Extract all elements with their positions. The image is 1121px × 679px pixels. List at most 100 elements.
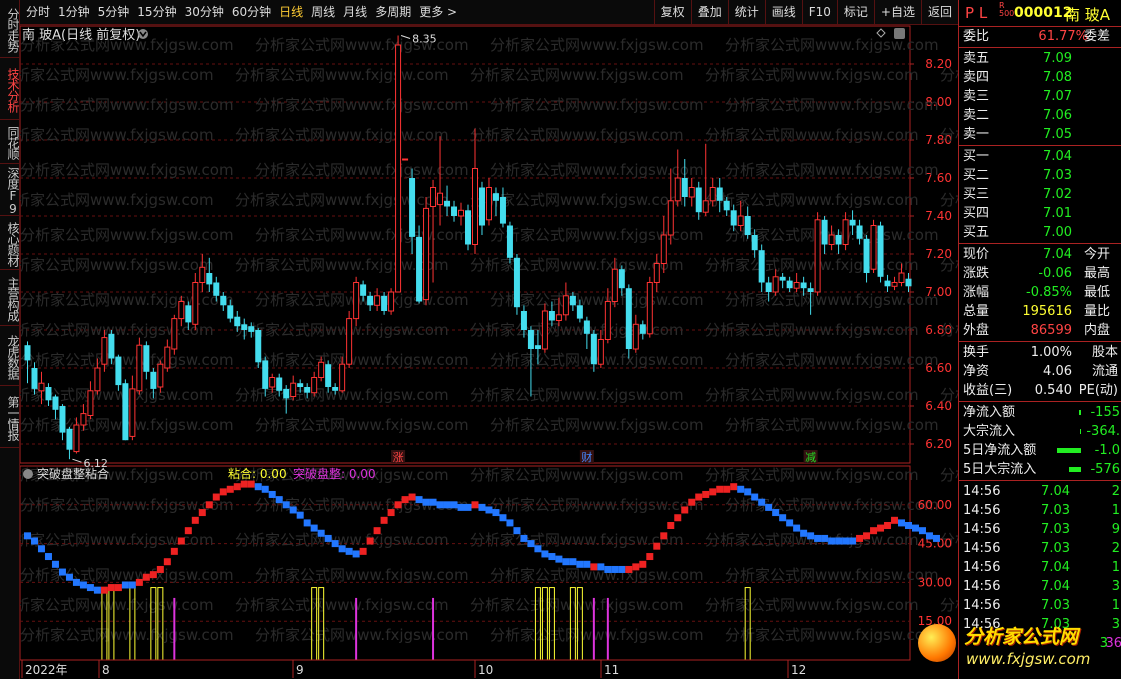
left-nav-item-2[interactable]: 同花顺 xyxy=(0,120,19,164)
period-tab-4[interactable]: 30分钟 xyxy=(181,0,228,24)
period-tab-10[interactable]: 更多 > xyxy=(415,0,461,24)
candle xyxy=(541,303,548,353)
stat-row-4[interactable]: 外盘 86599 内盘 xyxy=(959,321,1121,340)
toolbar-button-2[interactable]: 统计 xyxy=(727,0,765,24)
indicator-dot xyxy=(807,532,815,540)
indicator-dot xyxy=(905,521,913,529)
toolbar-button-6[interactable]: +自选 xyxy=(873,0,921,24)
tick-row-4[interactable]: 14:56 7.04 1 xyxy=(959,558,1121,577)
watermark-text: 分析家公式网www.fxjgsw.com xyxy=(705,126,919,144)
ask-row-3[interactable]: 卖二 7.06 xyxy=(959,106,1121,125)
watermark-text: 分析家公式网www.fxjgsw.com xyxy=(255,416,469,434)
candle-body xyxy=(856,225,863,239)
event-marker[interactable]: 涨 xyxy=(393,451,404,464)
indicator-menu-icon[interactable] xyxy=(23,469,33,479)
candle-body xyxy=(360,284,367,296)
watermark-text: 分析家公式网www.fxjgsw.com xyxy=(940,466,958,484)
kline-chart[interactable]: 8.208.007.807.607.407.207.006.806.606.40… xyxy=(0,0,958,679)
toolbar-button-5[interactable]: 标记 xyxy=(836,0,874,24)
candle-body xyxy=(709,187,716,202)
bid-row-2[interactable]: 买三 7.02 xyxy=(959,185,1121,204)
flow-row-2[interactable]: 5日净流入额 -1.0 xyxy=(959,441,1121,460)
tick-volume: 9 xyxy=(1111,522,1120,537)
weibi-row[interactable]: 委比 61.77% 委差 xyxy=(959,27,1121,46)
indicator-dot xyxy=(534,545,542,553)
left-nav-item-5[interactable]: 主营构成 xyxy=(0,270,19,326)
toolbar-button-0[interactable]: 复权 xyxy=(653,0,691,24)
indicator-dot xyxy=(212,493,220,501)
tick-row-3[interactable]: 14:56 7.03 2 xyxy=(959,539,1121,558)
watermark-text: 分析家公式网www.fxjgsw.com xyxy=(490,626,704,644)
toolbar-button-1[interactable]: 叠加 xyxy=(690,0,728,24)
flow-row-1[interactable]: 大宗流入 -364. xyxy=(959,422,1121,441)
stat2-row-0[interactable]: 换手 1.00% 股本 xyxy=(959,343,1121,362)
period-tab-9[interactable]: 多周期 xyxy=(371,0,415,24)
period-tab-7[interactable]: 周线 xyxy=(307,0,339,24)
stat-row-2[interactable]: 涨幅 -0.85% 最低 xyxy=(959,283,1121,302)
candle-body xyxy=(367,295,374,306)
indicator-dot xyxy=(555,555,563,563)
flow-row-0[interactable]: 净流入额 -155 xyxy=(959,403,1121,422)
indicator-dot xyxy=(737,485,745,493)
flow-row-3[interactable]: 5日大宗流入 -576 xyxy=(959,460,1121,479)
window-toggle-icon[interactable] xyxy=(894,28,905,39)
candle-body xyxy=(38,382,45,392)
candle-body xyxy=(513,257,520,308)
toolbar-button-4[interactable]: F10 xyxy=(801,0,837,24)
bid-row-3[interactable]: 买四 7.01 xyxy=(959,204,1121,223)
ask-row-0[interactable]: 卖五 7.09 xyxy=(959,49,1121,68)
candle xyxy=(423,197,430,306)
left-nav-item-6[interactable]: 龙虎数据 xyxy=(0,326,19,386)
indicator-dot xyxy=(856,534,864,542)
candle-body xyxy=(353,282,360,320)
stat2-row-1[interactable]: 净资 4.06 流通 xyxy=(959,362,1121,381)
candle-body xyxy=(150,371,157,389)
period-tab-8[interactable]: 月线 xyxy=(339,0,371,24)
indicator-dot xyxy=(877,524,885,532)
ask-row-2[interactable]: 卖三 7.07 xyxy=(959,87,1121,106)
left-nav-item-3[interactable]: 深度F9 xyxy=(0,164,19,216)
indicator-dot xyxy=(870,527,878,535)
left-nav-item-7[interactable]: 第一情报 xyxy=(0,386,19,448)
tick-row-6[interactable]: 14:56 7.03 1 xyxy=(959,596,1121,615)
period-tab-6[interactable]: 日线 xyxy=(275,0,307,24)
toolbar-button-7[interactable]: 返回 xyxy=(920,0,958,24)
quote-panel: P L R 500 000012 南 玻A 委比 61.77% 委差 卖五 7.09 卖四… xyxy=(958,0,1121,679)
period-tab-3[interactable]: 15分钟 xyxy=(133,0,180,24)
indicator-dot xyxy=(324,534,332,542)
bid-row-0[interactable]: 买一 7.04 xyxy=(959,147,1121,166)
stat-row-0[interactable]: 现价 7.04 今开 xyxy=(959,245,1121,264)
tick-row-0[interactable]: 14:56 7.04 2 xyxy=(959,482,1121,501)
indicator-title[interactable]: 突破盘整粘合 xyxy=(37,466,109,481)
toolbar-button-3[interactable]: 画线 xyxy=(764,0,802,24)
period-tab-2[interactable]: 5分钟 xyxy=(94,0,134,24)
left-nav-item-0[interactable]: 分时走势 xyxy=(0,0,19,58)
tick-row-2[interactable]: 14:56 7.03 9 xyxy=(959,520,1121,539)
stat-row-3[interactable]: 总量 195616 量比 xyxy=(959,302,1121,321)
period-tab-0[interactable]: 分时 xyxy=(22,0,54,24)
watermark-text: 分析家公式网www.fxjgsw.com xyxy=(20,626,234,644)
candle-body xyxy=(164,346,171,369)
indicator-dot xyxy=(366,537,374,545)
ask-row-4[interactable]: 卖一 7.05 xyxy=(959,125,1121,144)
bid-row-4[interactable]: 买五 7.00 xyxy=(959,223,1121,242)
bid-row-1[interactable]: 买二 7.03 xyxy=(959,166,1121,185)
event-marker[interactable]: 减 xyxy=(805,451,816,464)
tick-price: 7.03 xyxy=(1041,598,1070,613)
tick-row-5[interactable]: 14:56 7.04 3 xyxy=(959,577,1121,596)
event-marker[interactable]: 财 xyxy=(581,450,592,464)
main-chart-title[interactable]: 南 玻A(日线 前复权) xyxy=(22,27,140,43)
chevron-down-icon[interactable] xyxy=(138,29,148,39)
ask-row-1[interactable]: 卖四 7.08 xyxy=(959,68,1121,87)
tick-row-1[interactable]: 14:56 7.03 1 xyxy=(959,501,1121,520)
left-nav-item-4[interactable]: 核心题材 xyxy=(0,216,19,270)
x-axis-label: 8 xyxy=(102,663,110,677)
left-nav-item-1[interactable]: 技术分析 xyxy=(0,58,19,120)
stat2-row-2[interactable]: 收益(三) 0.540 PE(动) xyxy=(959,381,1121,400)
period-tab-5[interactable]: 60分钟 xyxy=(228,0,275,24)
period-tab-1[interactable]: 1分钟 xyxy=(54,0,94,24)
candle-body xyxy=(297,383,304,387)
logo-text: 分析家公式网 xyxy=(964,626,1079,648)
quote-header[interactable]: P L R 500 000012 南 玻A xyxy=(959,0,1121,27)
stat-row-1[interactable]: 涨跌 -0.06 最高 xyxy=(959,264,1121,283)
